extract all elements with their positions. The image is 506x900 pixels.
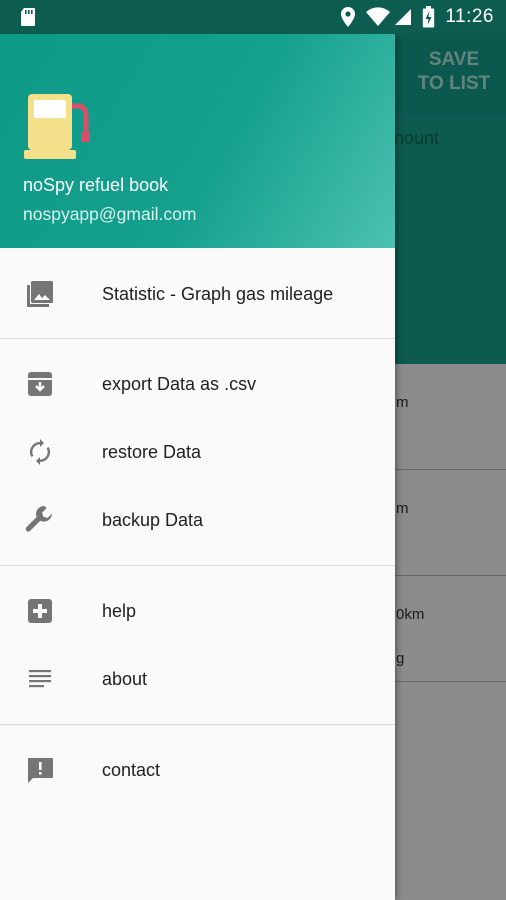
menu-item-restore-data[interactable]: restore Data <box>0 424 395 480</box>
menu-label: restore Data <box>102 441 202 462</box>
menu-item-statistic[interactable]: Statistic - Graph gas mileage <box>0 266 395 322</box>
notes-icon <box>24 663 56 695</box>
plus-box-icon <box>24 595 56 627</box>
drawer-header: noSpy refuel book nospyapp@gmail.com <box>0 34 395 248</box>
status-bar: 11:26 <box>0 0 506 34</box>
location-icon <box>340 6 356 28</box>
menu-item-contact[interactable]: contact <box>0 742 395 798</box>
wifi-icon <box>366 7 391 27</box>
sd-card-icon <box>20 7 36 27</box>
photo-icon <box>24 278 56 310</box>
menu-label: contact <box>102 759 161 780</box>
menu-item-export-data[interactable]: export Data as .csv <box>0 356 395 412</box>
menu-label: backup Data <box>102 509 204 530</box>
navigation-drawer: noSpy refuel book nospyapp@gmail.com Sta… <box>0 34 395 900</box>
menu-label: export Data as .csv <box>102 373 257 394</box>
archive-icon <box>24 368 56 400</box>
divider <box>0 338 395 339</box>
signal-icon <box>394 8 412 26</box>
divider <box>0 724 395 725</box>
status-clock: 11:26 <box>445 6 494 27</box>
menu-item-help[interactable]: help <box>0 583 395 639</box>
divider <box>0 565 395 566</box>
feedback-icon <box>24 754 56 786</box>
menu-label: help <box>102 600 137 621</box>
menu-label: about <box>102 668 148 689</box>
app-name: noSpy refuel book <box>23 175 169 195</box>
battery-icon <box>422 6 435 28</box>
menu-label: Statistic - Graph gas mileage <box>102 283 334 304</box>
app-email: nospyapp@gmail.com <box>23 204 197 224</box>
fuel-pump-icon <box>24 92 92 165</box>
wrench-icon <box>24 504 56 536</box>
menu-item-backup-data[interactable]: backup Data <box>0 492 395 548</box>
menu-item-about[interactable]: about <box>0 651 395 707</box>
sync-icon <box>24 436 56 468</box>
